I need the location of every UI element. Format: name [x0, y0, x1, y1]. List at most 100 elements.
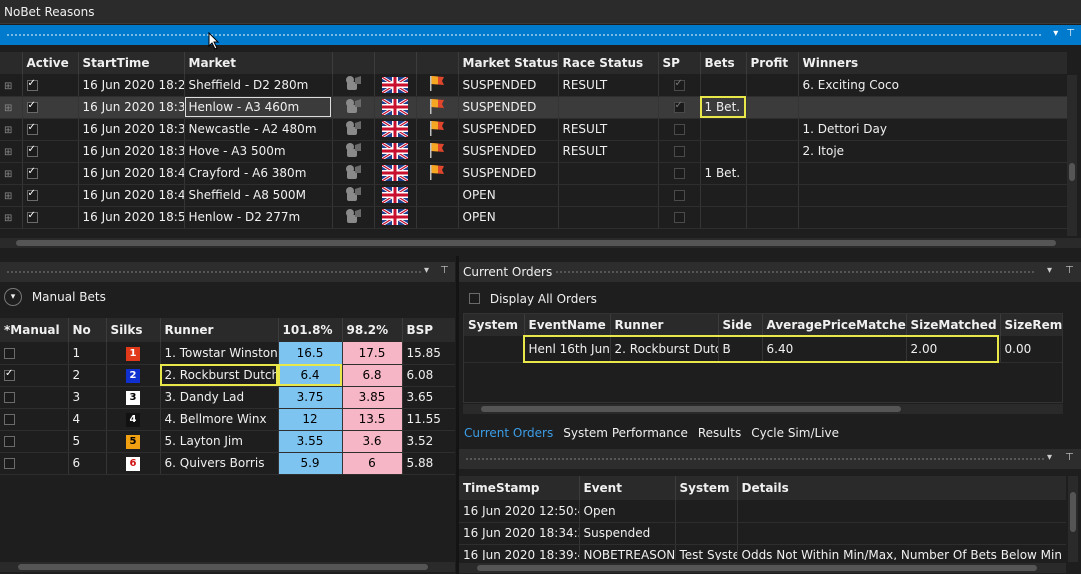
manual-panel-header[interactable]: ▾ ⊤ [0, 262, 455, 282]
sp-checkbox[interactable] [673, 146, 685, 157]
row-expander[interactable]: ⊞ [0, 206, 23, 229]
sp-cell[interactable] [658, 118, 701, 141]
manual-cell[interactable] [0, 430, 69, 453]
lay-price-cell[interactable]: 6 [342, 452, 403, 475]
col-header-eventname[interactable]: EventName [524, 314, 611, 336]
back-price-cell[interactable]: 12 [278, 408, 343, 431]
row-expander[interactable]: ⊞ [0, 118, 23, 141]
sp-checkbox[interactable] [673, 100, 685, 113]
market-row[interactable]: ⊞ 16 Jun 2020 18:52Henlow - D2 277m OPEN [0, 206, 1067, 229]
lay-price-cell[interactable]: 17.5 [342, 342, 403, 365]
col-header-icon2[interactable] [374, 52, 417, 74]
col-header-market-status[interactable]: Market Status [458, 52, 559, 74]
market-row[interactable]: ⊞ 16 Jun 2020 18:42Crayford - A6 380m SUSP… [0, 162, 1067, 185]
col-header-race-status[interactable]: Race Status [558, 52, 659, 74]
runner-row[interactable]: 5 5 5. Layton Jim 3.55 3.6 3.52 [0, 430, 455, 453]
col-header-active[interactable]: Active [22, 52, 79, 74]
pin-icon[interactable]: ⊤ [1065, 452, 1074, 463]
row-expander[interactable]: ⊞ [0, 140, 23, 163]
col-header-order-runner[interactable]: Runner [610, 314, 719, 336]
active-checkbox[interactable] [26, 144, 38, 157]
col-header-side[interactable]: Side [718, 314, 763, 336]
active-cell[interactable] [22, 118, 79, 141]
active-cell[interactable] [22, 184, 79, 207]
pin-icon[interactable]: ⊤ [440, 265, 449, 276]
back-price-cell[interactable]: 3.75 [278, 386, 343, 409]
sp-cell[interactable] [658, 184, 701, 207]
log-row[interactable]: 16 Jun 2020 18:39:47NOBETREASONSTest Sys… [459, 544, 1066, 560]
col-header-icon3[interactable] [416, 52, 459, 74]
active-cell[interactable] [22, 162, 79, 185]
active-checkbox[interactable] [26, 188, 38, 201]
col-header-market[interactable]: Market [184, 52, 333, 74]
manual-checkbox[interactable] [4, 347, 15, 359]
sp-cell[interactable] [658, 206, 701, 229]
row-expander[interactable]: ⊞ [0, 96, 23, 119]
col-header-profit[interactable]: Profit [746, 52, 799, 74]
back-price-cell[interactable]: 5.9 [278, 452, 343, 475]
display-all-orders-checkbox[interactable] [469, 293, 480, 304]
market-row[interactable]: ⊞ 16 Jun 2020 18:37Hove - A3 500m SUSPENDE… [0, 140, 1067, 163]
tab-results[interactable]: Results [698, 426, 741, 440]
manual-hscroll[interactable] [0, 562, 455, 572]
drag-grip[interactable] [6, 33, 1041, 37]
market-row[interactable]: ⊞ 16 Jun 2020 18:27Sheffield - D2 280m SUS… [0, 74, 1067, 97]
col-header-size-remaining[interactable]: SizeRemai [1000, 314, 1062, 336]
sp-checkbox[interactable] [673, 168, 685, 179]
runner-row[interactable]: 2 2 2. Rockburst Dutch6.46.86.08 [0, 364, 455, 387]
col-header-starttime[interactable]: StartTime [78, 52, 185, 74]
tab-cycle-sim-live[interactable]: Cycle Sim/Live [751, 426, 839, 440]
orders-hscroll[interactable] [463, 404, 1063, 414]
market-name-cell[interactable]: Newcastle - A2 480m [184, 118, 333, 141]
lay-price-cell[interactable]: 3.85 [342, 386, 403, 409]
col-header-back-book[interactable]: 101.8% [278, 318, 343, 342]
manual-checkbox[interactable] [4, 458, 15, 469]
lay-price-cell[interactable]: 6.8 [342, 364, 403, 387]
market-row[interactable]: ⊞ 16 Jun 2020 18:32Henlow - A3 460m SUSPEN… [0, 96, 1067, 119]
market-row[interactable]: ⊞ 16 Jun 2020 18:34Newcastle - A2 480m SUS… [0, 118, 1067, 141]
log-panel-header[interactable]: ▾ ⊤ [459, 449, 1081, 469]
col-header-log-system[interactable]: System [675, 476, 738, 500]
active-checkbox[interactable] [26, 122, 38, 135]
expand-icon[interactable]: ⊞ [4, 169, 12, 180]
manual-cell[interactable] [0, 342, 69, 365]
back-price-cell[interactable]: 16.5 [278, 342, 343, 365]
sp-cell[interactable] [658, 140, 701, 163]
market-name-cell[interactable]: Henlow - A3 460m [184, 96, 333, 119]
pin-icon[interactable]: ⊤ [1065, 265, 1074, 276]
active-cell[interactable] [22, 96, 79, 119]
market-name-cell[interactable]: Sheffield - A8 500M [184, 184, 333, 207]
log-vscroll[interactable] [1068, 476, 1078, 562]
col-header-lay-book[interactable]: 98.2% [342, 318, 403, 342]
runner-row[interactable]: 3 3 3. Dandy Lad 3.75 3.85 3.65 [0, 386, 455, 409]
active-checkbox[interactable] [26, 166, 38, 179]
market-name-cell[interactable]: Hove - A3 500m [184, 140, 333, 163]
row-expander[interactable]: ⊞ [0, 162, 23, 185]
sp-cell[interactable] [658, 162, 701, 185]
active-checkbox[interactable] [26, 210, 38, 223]
expand-icon[interactable]: ⊞ [4, 125, 12, 136]
dropdown-icon[interactable]: ▾ [1047, 265, 1052, 276]
back-price-cell[interactable]: 3.55 [278, 430, 343, 453]
tab-system-performance[interactable]: System Performance [563, 426, 688, 440]
markets-hscroll[interactable] [0, 238, 1081, 248]
col-header-timestamp[interactable]: TimeStamp [459, 476, 580, 500]
manual-checkbox[interactable] [4, 414, 15, 425]
dropdown-icon[interactable]: ▾ [1047, 452, 1052, 463]
col-header-event[interactable]: Event [579, 476, 676, 500]
active-cell[interactable] [22, 206, 79, 229]
log-hscroll[interactable] [459, 563, 1066, 573]
sp-checkbox[interactable] [673, 212, 685, 223]
runner-row[interactable]: 4 4 4. Bellmore Winx 12 13.5 11.55 [0, 408, 455, 431]
markets-panel-header[interactable]: ▾ ⊤ [0, 25, 1081, 45]
manual-checkbox[interactable] [4, 436, 15, 447]
col-header-no[interactable]: No [68, 318, 107, 342]
expand-icon[interactable]: ⊞ [4, 81, 12, 92]
log-row[interactable]: 16 Jun 2020 18:34:39Suspended [459, 522, 1066, 545]
manual-cell[interactable] [0, 364, 69, 387]
manual-cell[interactable] [0, 408, 69, 431]
active-cell[interactable] [22, 140, 79, 163]
col-header-silks[interactable]: Silks [106, 318, 161, 342]
col-header-size-matched[interactable]: SizeMatched [906, 314, 1001, 336]
expand-icon[interactable]: ⊞ [4, 191, 12, 202]
